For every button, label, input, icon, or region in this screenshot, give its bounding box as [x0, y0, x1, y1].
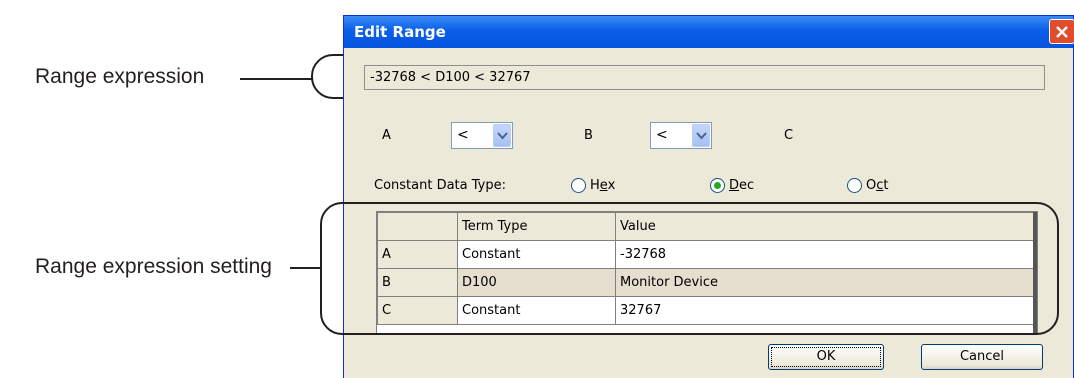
range-expression-setting-leader-line	[290, 267, 320, 269]
range-expression-setting-bracket	[320, 202, 1059, 335]
radio-hex-label[interactable]: Hex	[590, 178, 615, 193]
radio-oct-label[interactable]: Oct	[866, 178, 889, 193]
radio-selected-dot	[714, 182, 721, 189]
radio-hex[interactable]	[571, 178, 586, 193]
radio-dec-label[interactable]: Dec	[729, 178, 754, 193]
combo-a[interactable]: <	[451, 122, 513, 149]
dialog-title: Edit Range	[354, 23, 446, 41]
chevron-down-icon	[497, 132, 508, 140]
range-expression-callout: Range expression	[35, 65, 205, 88]
ok-button[interactable]: OK	[768, 344, 884, 370]
range-expression-setting-callout: Range expression setting	[35, 255, 272, 278]
combo-b-dropdown-button[interactable]	[692, 124, 710, 147]
combo-b-value: <	[656, 127, 668, 143]
close-icon	[1056, 26, 1068, 38]
range-expression-leader-line	[240, 78, 312, 80]
range-expression-field: -32768 < D100 < 32767	[364, 65, 1045, 90]
cancel-button[interactable]: Cancel	[921, 344, 1043, 370]
close-button[interactable]	[1049, 19, 1074, 44]
title-bar: Edit Range	[344, 16, 1074, 48]
label-c: C	[784, 128, 794, 143]
chevron-down-icon	[696, 132, 707, 140]
radio-oct[interactable]	[847, 178, 862, 193]
radio-dec[interactable]	[710, 178, 725, 193]
label-b: B	[584, 128, 593, 143]
combo-b[interactable]: <	[650, 122, 712, 149]
combo-a-dropdown-button[interactable]	[493, 124, 511, 147]
combo-a-value: <	[457, 127, 469, 143]
constant-data-type-label: Constant Data Type:	[374, 178, 506, 193]
label-a: A	[382, 128, 391, 143]
